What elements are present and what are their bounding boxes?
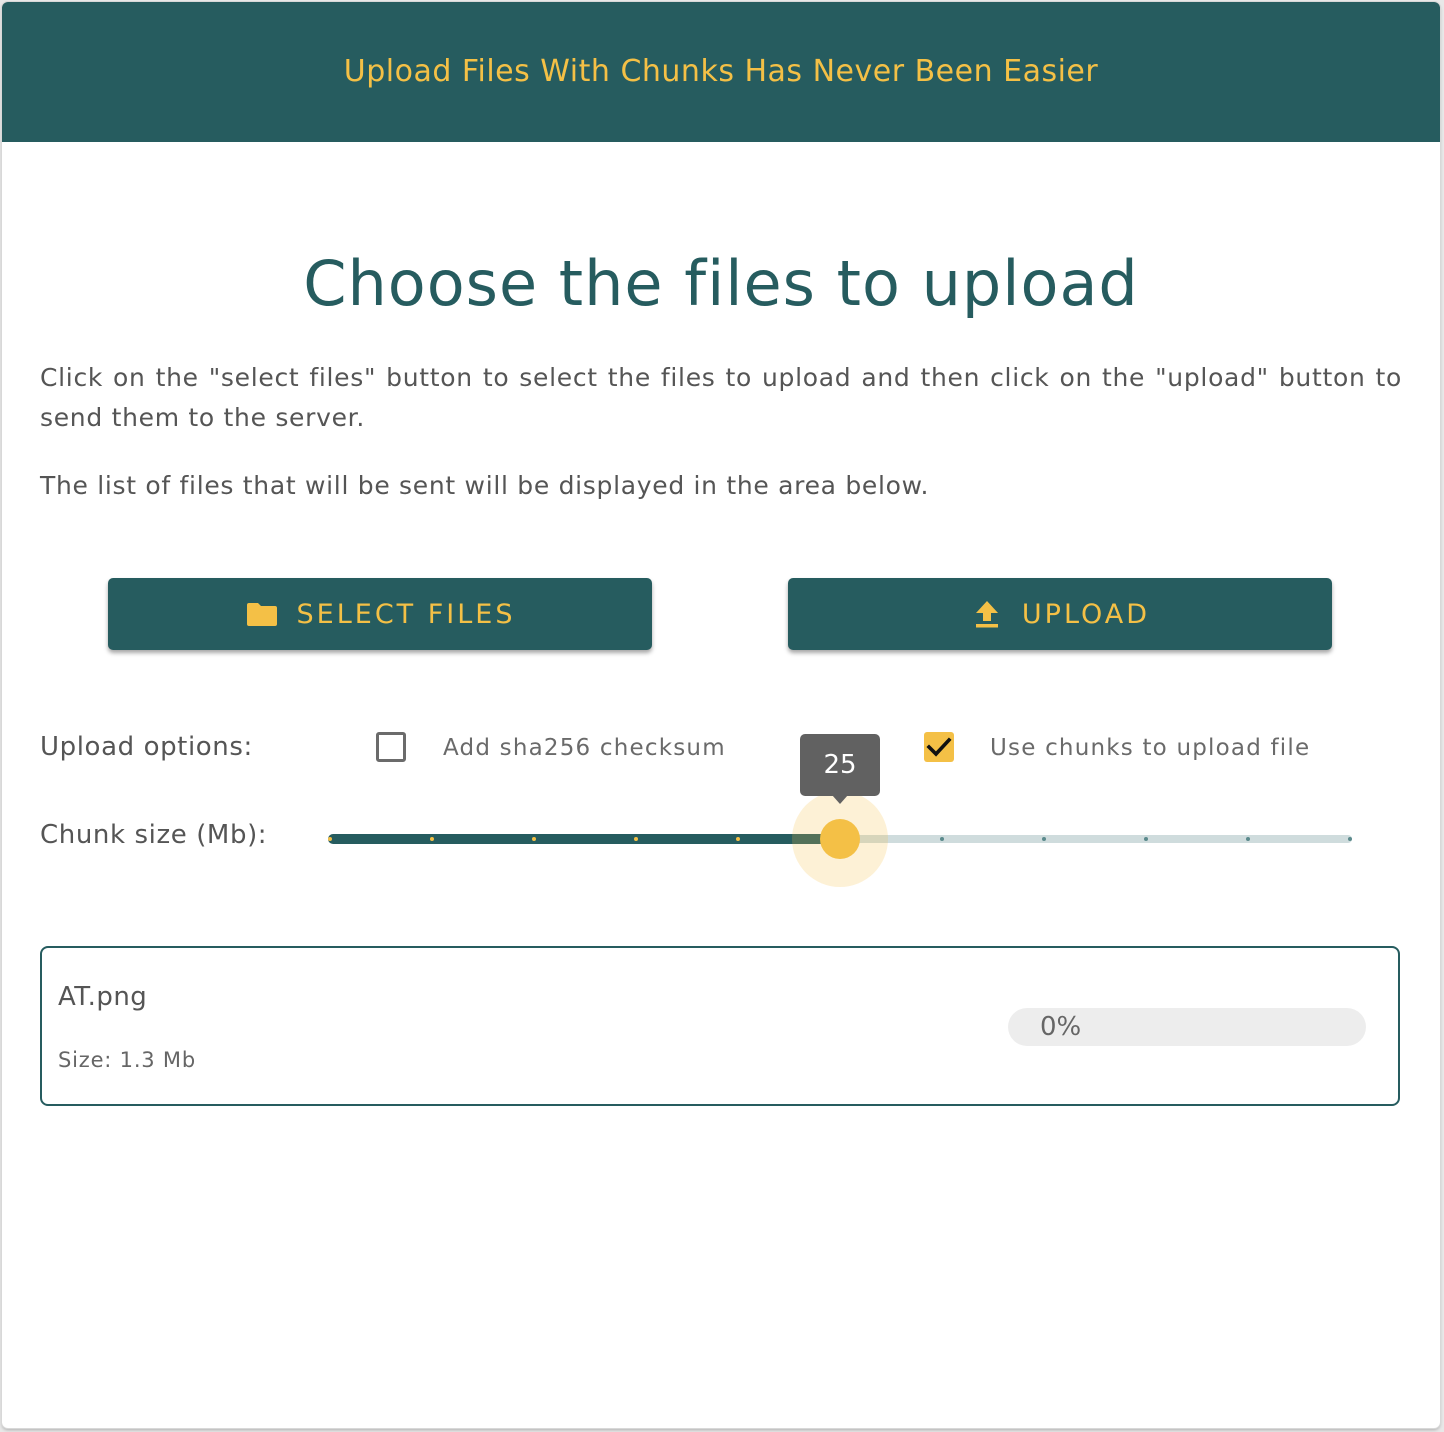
- folder-icon: [245, 599, 279, 629]
- slider-tick: [532, 837, 536, 841]
- upload-progress-bar: 0%: [1008, 1008, 1366, 1046]
- slider-tick: [1246, 837, 1250, 841]
- app-bar: Upload Files With Chunks Has Never Been …: [2, 2, 1440, 142]
- chunk-size-slider[interactable]: 25: [328, 734, 1352, 887]
- select-files-label: SELECT FILES: [296, 598, 516, 630]
- file-list-note: The list of files that will be sent will…: [40, 471, 930, 500]
- slider-thumb[interactable]: [820, 819, 860, 859]
- use-chunks-checkbox-label[interactable]: Use chunks to upload file: [990, 735, 1310, 761]
- slider-track-fill: [328, 834, 840, 844]
- upload-label: UPLOAD: [1021, 598, 1151, 630]
- file-name: AT.png: [58, 982, 148, 1012]
- file-list-item: AT.png Size: 1.3 Mb 0%: [40, 946, 1400, 1106]
- page-title: Choose the files to upload: [303, 246, 1139, 320]
- app-window: Upload Files With Chunks Has Never Been …: [2, 2, 1440, 1428]
- upload-progress-text: 0%: [1040, 1012, 1082, 1042]
- slider-tick: [1144, 837, 1148, 841]
- sha256-checkbox[interactable]: [376, 732, 406, 762]
- slider-tick: [940, 837, 944, 841]
- upload-button[interactable]: UPLOAD: [788, 578, 1332, 650]
- slider-tick: [1042, 837, 1046, 841]
- checkmark-icon: [926, 737, 952, 757]
- slider-tick: [736, 837, 740, 841]
- app-title: Upload Files With Chunks Has Never Been …: [343, 54, 1099, 89]
- sha256-checkbox-label[interactable]: Add sha256 checksum: [443, 735, 726, 761]
- slider-value-tooltip: 25: [800, 734, 880, 796]
- slider-tick: [430, 837, 434, 841]
- slider-tick: [328, 837, 332, 841]
- slider-tick: [634, 837, 638, 841]
- use-chunks-checkbox[interactable]: [924, 732, 954, 762]
- instructions-text: Click on the "select files" button to se…: [40, 363, 1402, 432]
- slider-track-rest: [838, 835, 1352, 843]
- chunk-size-label: Chunk size (Mb):: [40, 820, 268, 850]
- upload-icon: [970, 599, 1004, 629]
- select-files-button[interactable]: SELECT FILES: [108, 578, 652, 650]
- slider-value-tooltip-arrow: [832, 795, 848, 804]
- slider-tick: [1348, 837, 1352, 841]
- upload-options-label: Upload options:: [40, 732, 253, 762]
- file-size: Size: 1.3 Mb: [58, 1048, 196, 1072]
